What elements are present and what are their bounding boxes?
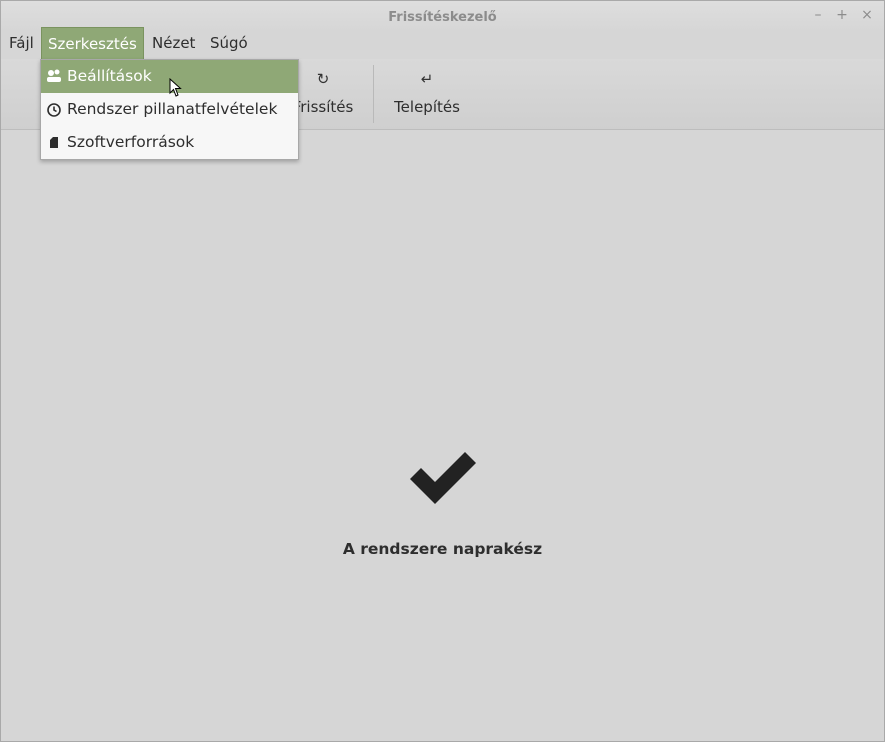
menu-item-label: Szoftverforrások (67, 133, 195, 151)
clock-icon (45, 93, 63, 126)
mouse-pointer-icon (169, 77, 183, 102)
window-title: Frissítéskezelő (388, 10, 497, 25)
menu-item-software-sources[interactable]: Szoftverforrások (41, 126, 298, 159)
menu-item-label: Beállítások (67, 67, 152, 85)
install-icon: ↵ (420, 70, 434, 88)
menu-bar: Fájl Szerkesztés Nézet Súgó (1, 27, 884, 59)
menu-view[interactable]: Nézet (146, 27, 201, 59)
menu-edit[interactable]: Szerkesztés (41, 27, 144, 59)
preferences-icon (45, 60, 63, 93)
install-button[interactable]: ↵ Telepítés (387, 59, 467, 129)
update-manager-window: Frissítéskezelő – + × T ↻ Frissítés ↵ Te… (0, 0, 885, 742)
install-label: Telepítés (394, 98, 460, 116)
menu-help[interactable]: Súgó (204, 27, 254, 59)
checkmark-icon (409, 452, 476, 504)
menu-file[interactable]: Fájl (3, 27, 40, 59)
status-area: A rendszere naprakész (1, 451, 884, 558)
package-icon (45, 126, 63, 159)
status-message: A rendszere naprakész (342, 540, 543, 558)
toolbar-separator (373, 65, 374, 123)
edit-dropdown-menu: Beállítások Rendszer pillanatfelvételek … (40, 59, 299, 160)
